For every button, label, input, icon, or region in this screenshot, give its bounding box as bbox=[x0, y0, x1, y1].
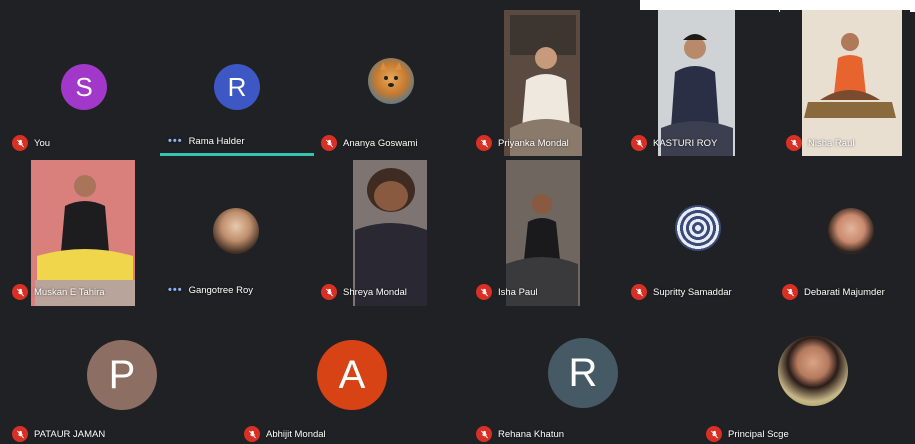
participant-video-tile[interactable]: Muskan E Tahira bbox=[5, 160, 159, 306]
mic-off-icon bbox=[631, 284, 647, 300]
participant-tile[interactable]: ••• Gangotree Roy bbox=[160, 160, 314, 306]
participant-name: KASTURI ROY bbox=[653, 137, 718, 149]
participant-name-label: Nisha Raul bbox=[786, 135, 854, 151]
participant-tile[interactable]: R Rehana Khatun bbox=[469, 310, 697, 444]
participant-tile[interactable]: S You bbox=[5, 10, 159, 156]
participant-name-label: You bbox=[12, 135, 50, 151]
participant-name-label: ••• Gangotree Roy bbox=[168, 284, 253, 296]
participant-name: Gangotree Roy bbox=[188, 284, 253, 296]
participant-name: Priyanka Mondal bbox=[498, 137, 569, 149]
participant-name-label: Principal Scge bbox=[706, 426, 789, 442]
participant-tile[interactable]: Ananya Goswami bbox=[315, 10, 469, 156]
participant-name: Rehana Khatun bbox=[498, 428, 565, 440]
participant-name-label: Debarati Majumder bbox=[782, 284, 885, 300]
participant-video-tile[interactable]: KASTURI ROY bbox=[625, 10, 779, 156]
participant-tile[interactable]: Supritty Samaddar bbox=[625, 160, 779, 306]
participant-name-label: KASTURI ROY bbox=[631, 135, 717, 151]
participant-name-label: Priyanka Mondal bbox=[476, 135, 569, 151]
participant-video-tile[interactable]: Nisha Raul bbox=[780, 10, 910, 156]
pattern-photo-avatar bbox=[675, 205, 721, 251]
participant-tile[interactable]: A Abhijit Mondal bbox=[237, 310, 465, 444]
mic-off-icon bbox=[476, 426, 492, 442]
participant-video-tile[interactable]: Isha Paul bbox=[470, 160, 624, 306]
participant-name-label: Ananya Goswami bbox=[321, 135, 417, 151]
participant-name: Ananya Goswami bbox=[343, 137, 418, 149]
participant-video-tile[interactable]: Priyanka Mondal bbox=[470, 10, 624, 156]
participant-name-label: Shreya Mondal bbox=[321, 284, 407, 300]
participant-name-label: Muskan E Tahira bbox=[12, 284, 105, 300]
participant-name-label: ••• Rama Halder bbox=[168, 135, 245, 147]
participant-video-tile[interactable]: Shreya Mondal bbox=[315, 160, 469, 306]
mic-off-icon bbox=[476, 135, 492, 151]
participant-name: Muskan E Tahira bbox=[34, 286, 105, 298]
participant-name-label: Isha Paul bbox=[476, 284, 538, 300]
participant-avatar: P bbox=[87, 340, 157, 410]
active-speaker-bar bbox=[160, 153, 314, 156]
mic-off-icon bbox=[782, 284, 798, 300]
dog-photo-avatar bbox=[368, 58, 414, 104]
mic-off-icon bbox=[631, 135, 647, 151]
participant-avatar: S bbox=[61, 64, 107, 110]
participant-name: You bbox=[34, 137, 51, 149]
participant-avatar: R bbox=[548, 338, 618, 408]
participant-name: PATAUR JAMAN bbox=[34, 428, 106, 440]
mic-off-icon bbox=[12, 426, 28, 442]
mic-off-icon bbox=[786, 135, 802, 151]
participant-tile[interactable]: R ••• Rama Halder bbox=[160, 10, 314, 156]
speaking-indicator-icon: ••• bbox=[168, 135, 183, 147]
participant-name: Shreya Mondal bbox=[343, 286, 407, 298]
mic-off-icon bbox=[706, 426, 722, 442]
participant-tile[interactable]: P PATAUR JAMAN bbox=[5, 310, 233, 444]
participant-name-label: Rehana Khatun bbox=[476, 426, 564, 442]
participant-name: Supritty Samaddar bbox=[653, 286, 732, 298]
participant-tile[interactable]: Debarati Majumder bbox=[780, 160, 910, 306]
participant-name-label: Abhijit Mondal bbox=[244, 426, 326, 442]
mic-off-icon bbox=[12, 135, 28, 151]
mic-off-icon bbox=[476, 284, 492, 300]
mic-off-icon bbox=[244, 426, 260, 442]
participant-avatar: R bbox=[214, 64, 260, 110]
participant-photo-avatar bbox=[828, 208, 874, 254]
participant-name: Rama Halder bbox=[188, 135, 245, 147]
mic-off-icon bbox=[321, 135, 337, 151]
participant-name-label: Supritty Samaddar bbox=[631, 284, 732, 300]
speaking-indicator-icon: ••• bbox=[168, 284, 183, 296]
participant-photo-avatar bbox=[213, 208, 259, 254]
participant-name: Principal Scge bbox=[728, 428, 789, 440]
participant-name: Isha Paul bbox=[498, 286, 538, 298]
participant-avatar: A bbox=[317, 340, 387, 410]
mic-off-icon bbox=[12, 284, 28, 300]
participant-name-label: PATAUR JAMAN bbox=[12, 426, 105, 442]
participant-name: Debarati Majumder bbox=[804, 286, 885, 298]
participant-photo-avatar bbox=[778, 336, 848, 406]
participant-name: Abhijit Mondal bbox=[266, 428, 326, 440]
participant-name: Nisha Raul bbox=[808, 137, 855, 149]
participant-tile[interactable]: Principal Scge bbox=[701, 310, 911, 444]
mic-off-icon bbox=[321, 284, 337, 300]
